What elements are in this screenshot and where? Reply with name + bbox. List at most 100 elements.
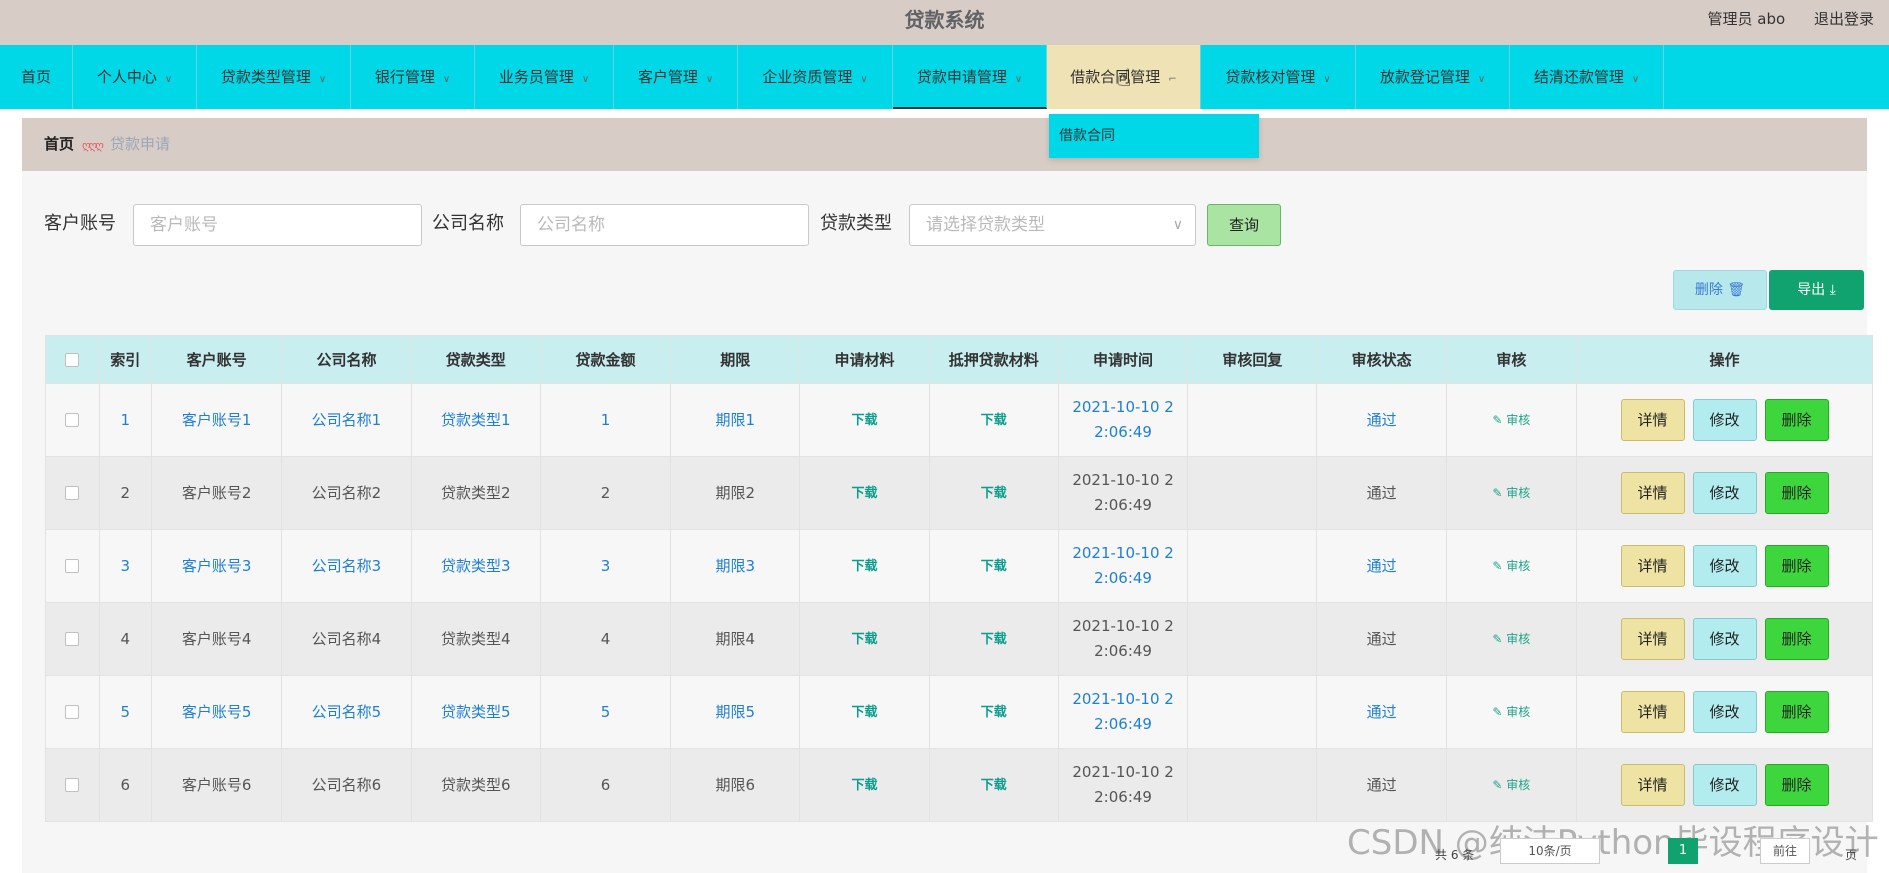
download-link[interactable]: 下载 — [981, 632, 1007, 647]
apply-time-date: 2021-10-10 2 — [1072, 763, 1174, 781]
nav-item-loan-type[interactable]: 贷款类型管理 ∨ — [197, 45, 351, 109]
chevron-down-icon: ∨ — [581, 74, 590, 85]
breadcrumb-home[interactable]: 首页 — [44, 135, 74, 153]
detail-button[interactable]: 详情 — [1620, 618, 1685, 660]
download-link[interactable]: 下载 — [852, 486, 878, 501]
edit-button[interactable]: 修改 — [1692, 691, 1757, 733]
chevron-down-icon: ∨ — [1323, 74, 1331, 85]
audit-link[interactable]: ✎ 审核 — [1492, 413, 1530, 427]
delete-button[interactable]: 删除 — [1764, 472, 1829, 514]
reply-cell — [1187, 675, 1318, 749]
column-header: 申请材料 — [799, 335, 930, 384]
audit-cell: ✎ 审核 — [1445, 383, 1578, 457]
table-header-row: 索引 客户账号 公司名称 贷款类型 贷款金额 期限 申请材料 抵押贷款材料 申请… — [45, 335, 1873, 384]
amount-cell: 3 — [539, 529, 672, 603]
edit-button[interactable]: 修改 — [1692, 472, 1757, 514]
row-checkbox[interactable] — [65, 559, 80, 573]
nav-item-verification[interactable]: 贷款核对管理 ∨ — [1201, 45, 1356, 109]
top-header: 贷款系统 管理员 abo 退出登录 — [0, 0, 1889, 45]
goto-page-input[interactable]: 前往 — [1760, 838, 1810, 864]
status-cell: 通过 — [1316, 748, 1447, 822]
select-all-cell — [45, 335, 100, 384]
chevron-down-icon: ∨ — [860, 74, 868, 85]
download-link[interactable]: 下载 — [981, 486, 1007, 501]
apply-time-cell: 2021-10-10 2 2:06:49 — [1057, 456, 1189, 530]
nav-item-salesman[interactable]: 业务员管理 ∨ — [475, 45, 614, 109]
nav-item-disbursement[interactable]: 放款登记管理 ∨ — [1356, 45, 1510, 109]
current-page-button[interactable]: 1 — [1668, 838, 1698, 864]
edit-button[interactable]: 修改 — [1692, 764, 1757, 806]
audit-link[interactable]: ✎ 审核 — [1492, 705, 1530, 719]
row-select-cell — [45, 456, 100, 530]
hand-cursor-icon: ☝ — [1117, 64, 1132, 92]
delete-button[interactable]: 删除 — [1764, 618, 1829, 660]
contract-dropdown-item[interactable]: 借款合同 — [1049, 114, 1259, 158]
loan-type-select[interactable]: 请选择贷款类型 ∨ — [909, 204, 1196, 246]
audit-link[interactable]: ✎ 审核 — [1492, 778, 1530, 792]
company-cell: 公司名称3 — [281, 529, 412, 603]
page-size-select[interactable]: 10条/页 — [1500, 838, 1600, 864]
download-link[interactable]: 下载 — [852, 413, 878, 428]
table-row: 1 客户账号1 公司名称1 贷款类型1 1 期限1 下载 下载 2021-10-10 2 2:06… — [45, 383, 1873, 457]
mortgage-material-cell: 下载 — [928, 529, 1059, 603]
material-cell: 下载 — [799, 456, 930, 530]
row-select-cell — [45, 675, 100, 749]
account-input[interactable] — [133, 204, 422, 246]
row-checkbox[interactable] — [65, 413, 80, 427]
detail-button[interactable]: 详情 — [1620, 545, 1685, 587]
row-checkbox[interactable] — [65, 705, 80, 719]
edit-button[interactable]: 修改 — [1692, 399, 1757, 441]
detail-button[interactable]: 详情 — [1620, 472, 1685, 514]
reply-cell — [1187, 748, 1318, 822]
audit-link[interactable]: ✎ 审核 — [1492, 632, 1530, 646]
download-link[interactable]: 下载 — [981, 559, 1007, 574]
delete-button[interactable]: 删除 — [1764, 399, 1829, 441]
select-all-checkbox[interactable] — [65, 353, 80, 367]
delete-button[interactable]: 删除 — [1764, 764, 1829, 806]
logout-link[interactable]: 退出登录 — [1814, 10, 1874, 28]
row-checkbox[interactable] — [65, 486, 80, 500]
nav-item-loan-application[interactable]: 贷款申请管理 ∨ — [893, 45, 1047, 109]
term-cell: 期限1 — [670, 383, 801, 457]
download-link[interactable]: 下载 — [852, 559, 878, 574]
download-link[interactable]: 下载 — [981, 413, 1007, 428]
account-cell: 客户账号2 — [151, 456, 283, 530]
row-checkbox[interactable] — [65, 632, 80, 646]
download-link[interactable]: 下载 — [852, 632, 878, 647]
detail-button[interactable]: 详情 — [1620, 399, 1685, 441]
edit-button[interactable]: 修改 — [1692, 545, 1757, 587]
column-header: 审核 — [1445, 335, 1578, 384]
account-cell: 客户账号3 — [151, 529, 283, 603]
nav-item-customer[interactable]: 客户管理 ∨ — [614, 45, 738, 109]
audit-link[interactable]: ✎ 审核 — [1492, 486, 1530, 500]
nav-item-bank[interactable]: 银行管理 ∨ — [351, 45, 475, 109]
detail-button[interactable]: 详情 — [1620, 691, 1685, 733]
delete-button[interactable]: 删除 — [1764, 691, 1829, 733]
download-link[interactable]: 下载 — [852, 778, 878, 793]
nav-item-personal-center[interactable]: 个人中心 ∨ — [73, 45, 197, 109]
query-button[interactable]: 查询 — [1207, 204, 1281, 246]
download-link[interactable]: 下载 — [852, 705, 878, 720]
amount-cell: 1 — [539, 383, 672, 457]
download-link[interactable]: 下载 — [981, 705, 1007, 720]
mortgage-material-cell: 下载 — [928, 383, 1059, 457]
nav-item-qualification[interactable]: 企业资质管理 ∨ — [738, 45, 893, 109]
download-link[interactable]: 下载 — [981, 778, 1007, 793]
export-button[interactable]: 导出 ⤓ — [1769, 270, 1864, 310]
nav-item-home[interactable]: 首页 — [0, 45, 73, 109]
row-checkbox[interactable] — [65, 778, 80, 792]
edit-button[interactable]: 修改 — [1692, 618, 1757, 660]
loan-type-cell: 贷款类型3 — [410, 529, 541, 603]
company-input[interactable] — [520, 204, 809, 246]
apply-time-clock: 2:06:49 — [1094, 569, 1152, 587]
nav-item-repayment[interactable]: 结清还款管理 ∨ — [1510, 45, 1664, 109]
company-cell: 公司名称6 — [281, 748, 412, 822]
column-header: 贷款类型 — [410, 335, 541, 384]
batch-delete-button[interactable]: 删除 🗑 — [1673, 270, 1767, 310]
detail-button[interactable]: 详情 — [1620, 764, 1685, 806]
table-row: 2 客户账号2 公司名称2 贷款类型2 2 期限2 下载 下载 2021-10-10 2 2:06… — [45, 456, 1873, 530]
audit-link[interactable]: ✎ 审核 — [1492, 559, 1530, 573]
material-cell: 下载 — [799, 748, 930, 822]
material-cell: 下载 — [799, 529, 930, 603]
delete-button[interactable]: 删除 — [1764, 545, 1829, 587]
